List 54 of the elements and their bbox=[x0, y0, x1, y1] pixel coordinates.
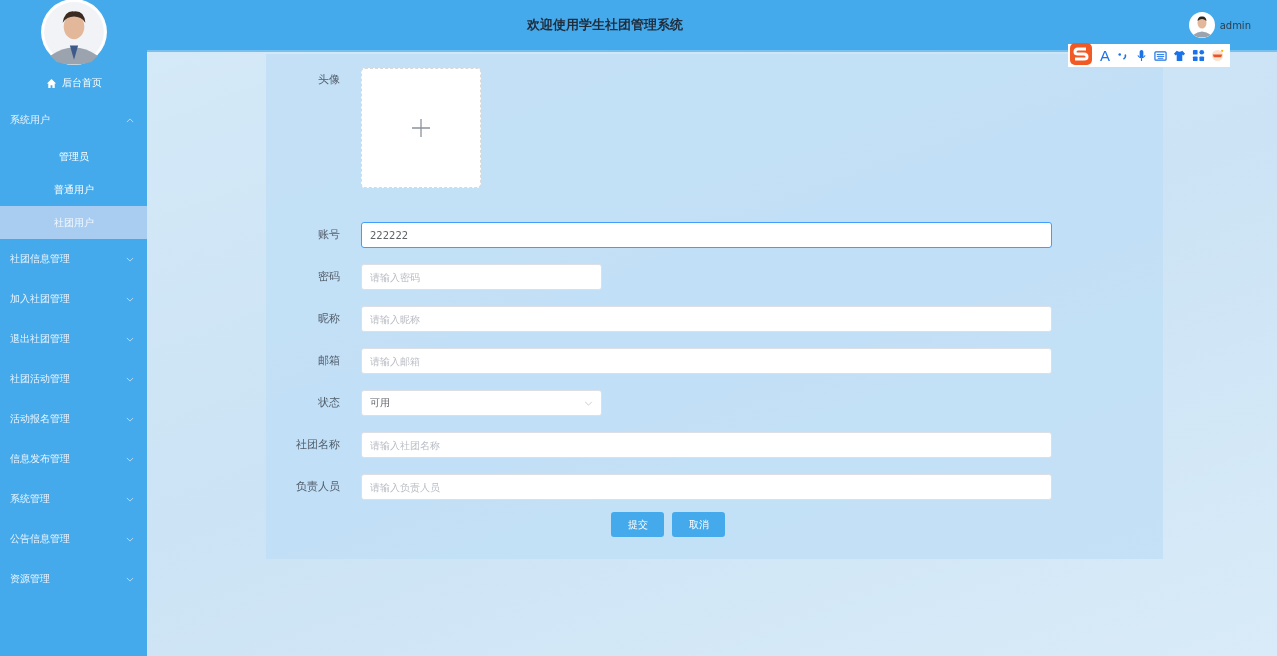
font-key[interactable]: A bbox=[1100, 47, 1110, 64]
chevron-icon bbox=[126, 336, 134, 342]
chevron-icon bbox=[126, 576, 134, 582]
menu-group[interactable]: 资源管理 bbox=[0, 559, 147, 599]
cancel-button[interactable]: 取消 bbox=[672, 512, 725, 537]
field-label: 头像 bbox=[317, 72, 341, 88]
menu-group[interactable]: 公告信息管理 bbox=[0, 519, 147, 559]
input-field[interactable]: 请输入负责人员 bbox=[361, 474, 1052, 500]
chevron-icon bbox=[126, 376, 134, 382]
field-label: 账号 bbox=[317, 227, 341, 243]
field-label: 邮箱 bbox=[317, 353, 341, 369]
field-label: 昵称 bbox=[317, 311, 341, 327]
home-icon bbox=[45, 77, 57, 89]
keyboard-icon[interactable] bbox=[1154, 49, 1167, 62]
submit-button[interactable]: 提交 bbox=[611, 512, 664, 537]
chevron-icon bbox=[126, 296, 134, 302]
input-field[interactable]: 请输入社团名称 bbox=[361, 432, 1052, 458]
chevron-icon bbox=[126, 456, 134, 462]
user-avatar[interactable] bbox=[1188, 12, 1215, 38]
plus-icon bbox=[412, 119, 430, 137]
menu-group[interactable]: 退出社团管理 bbox=[0, 319, 147, 359]
chevron-icon bbox=[126, 416, 134, 422]
menu-group[interactable]: 系统管理 bbox=[0, 479, 147, 519]
menu-group[interactable]: 社团信息管理 bbox=[0, 239, 147, 279]
logo-icon[interactable] bbox=[1068, 41, 1094, 66]
field-label: 负责人员 bbox=[295, 479, 341, 495]
menu-group[interactable]: 信息发布管理 bbox=[0, 439, 147, 479]
mascot-icon[interactable] bbox=[1211, 49, 1224, 62]
menu-group[interactable]: 系统用户 bbox=[0, 100, 147, 140]
field-label: 社团名称 bbox=[295, 437, 341, 453]
home-menu-item[interactable]: 后台首页 bbox=[0, 66, 147, 100]
chevron-icon bbox=[584, 400, 593, 406]
chevron-icon bbox=[126, 117, 134, 123]
menu-group[interactable]: 活动报名管理 bbox=[0, 399, 147, 439]
submenu-item[interactable]: 普通用户 bbox=[0, 173, 147, 206]
menu-group[interactable]: 社团活动管理 bbox=[0, 359, 147, 399]
user-name: admin bbox=[1219, 19, 1251, 31]
chevron-icon bbox=[126, 256, 134, 262]
chevron-icon bbox=[126, 536, 134, 542]
menu-group[interactable]: 加入社团管理 bbox=[0, 279, 147, 319]
chevron-icon bbox=[126, 496, 134, 502]
select-field[interactable]: 可用 bbox=[361, 390, 602, 416]
field-label: 状态 bbox=[317, 395, 341, 411]
input-field[interactable]: 请输入邮箱 bbox=[361, 348, 1052, 374]
grid-icon[interactable] bbox=[1192, 49, 1205, 62]
submenu-item[interactable]: 社团用户 bbox=[0, 206, 147, 239]
field-label: 密码 bbox=[317, 269, 341, 285]
input-field[interactable]: 222222 bbox=[361, 222, 1052, 248]
shirt-icon[interactable] bbox=[1173, 49, 1186, 62]
page-title: 欢迎使用学生社团管理系统 bbox=[527, 16, 683, 34]
microphone-icon[interactable] bbox=[1135, 49, 1148, 62]
submenu-item[interactable]: 管理员 bbox=[0, 140, 147, 173]
input-field[interactable]: 请输入密码 bbox=[361, 264, 602, 290]
avatar bbox=[39, 0, 108, 66]
